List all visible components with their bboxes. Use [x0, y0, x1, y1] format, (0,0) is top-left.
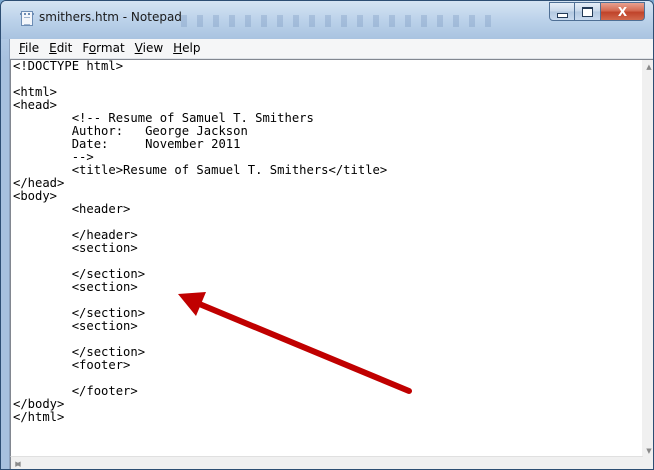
menu-file[interactable]: File [14, 39, 44, 58]
notepad-app-icon[interactable] [20, 11, 34, 26]
scroll-down-icon[interactable]: ▼ [642, 444, 653, 458]
maximize-button[interactable] [575, 2, 601, 21]
close-icon: X [617, 4, 628, 19]
menu-format[interactable]: Format [77, 39, 129, 58]
maximize-icon [582, 6, 593, 17]
vertical-scrollbar[interactable]: ▲ ▼ [642, 59, 653, 458]
menu-edit[interactable]: Edit [44, 39, 77, 58]
client-area: File Edit Format View Help <!DOCTYPE htm… [9, 39, 653, 469]
close-button[interactable]: X [601, 2, 645, 21]
scroll-up-icon[interactable]: ▲ [642, 60, 653, 74]
title-bar-glass-texture [181, 15, 491, 27]
menu-bar: File Edit Format View Help [10, 39, 653, 59]
text-editor-area[interactable]: <!DOCTYPE html> <html> <head> <!-- Resum… [10, 59, 643, 458]
menu-help[interactable]: Help [168, 39, 205, 58]
caption-buttons: X [549, 2, 645, 21]
minimize-button[interactable] [549, 2, 575, 21]
window-title: smithers.htm - Notepad [39, 10, 182, 24]
horizontal-scrollbar[interactable]: ◀ ▶ [10, 456, 643, 469]
scroll-right-icon[interactable]: ▶ [11, 457, 25, 469]
scrollbar-corner [642, 457, 653, 469]
title-bar[interactable]: smithers.htm - Notepad X [1, 1, 653, 39]
notepad-window: smithers.htm - Notepad X File Edit Forma… [0, 0, 654, 470]
menu-view[interactable]: View [130, 39, 168, 58]
document-text[interactable]: <!DOCTYPE html> <html> <head> <!-- Resum… [13, 60, 387, 424]
minimize-icon [556, 12, 568, 18]
